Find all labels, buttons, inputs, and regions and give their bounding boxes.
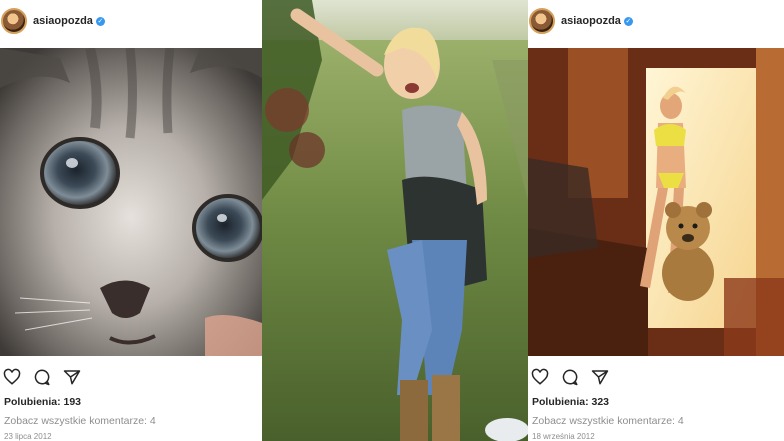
view-comments-link[interactable]: Zobacz wszystkie komentarze: 4: [532, 415, 684, 427]
post-photo-room[interactable]: [528, 48, 784, 356]
share-icon[interactable]: [63, 368, 81, 386]
avatar[interactable]: [1, 8, 27, 34]
field-photo: [262, 0, 528, 441]
post-date: 23 lipca 2012: [4, 432, 52, 441]
avatar[interactable]: [529, 8, 555, 34]
room-photo: [528, 48, 784, 356]
likes-count[interactable]: Polubienia: 193: [4, 396, 81, 408]
view-comments-link[interactable]: Zobacz wszystkie komentarze: 4: [4, 415, 156, 427]
kitten-photo: [0, 48, 262, 356]
likes-count[interactable]: Polubienia: 323: [532, 396, 609, 408]
heart-icon[interactable]: [531, 368, 549, 386]
username[interactable]: asiaopozda: [33, 15, 93, 27]
share-icon[interactable]: [591, 368, 609, 386]
post-photo-kitten[interactable]: [0, 48, 262, 356]
post-header: asiaopozda ✓: [0, 0, 262, 42]
post-date: 18 września 2012: [532, 432, 595, 441]
comment-icon[interactable]: [561, 368, 579, 386]
username[interactable]: asiaopozda: [561, 15, 621, 27]
instagram-post-right: asiaopozda ✓ Polubienia: 323 Zobacz wszy…: [528, 0, 784, 441]
comment-icon[interactable]: [33, 368, 51, 386]
post-actions: [3, 368, 81, 386]
heart-icon[interactable]: [3, 368, 21, 386]
verified-badge-icon: ✓: [623, 16, 633, 26]
post-actions: [531, 368, 609, 386]
post-header: asiaopozda ✓: [528, 0, 784, 42]
verified-badge-icon: ✓: [95, 16, 105, 26]
woman-in-field-photo: [262, 0, 528, 441]
instagram-post-left: asiaopozda ✓ Polubienia: 193 Zobacz wszy…: [0, 0, 262, 441]
